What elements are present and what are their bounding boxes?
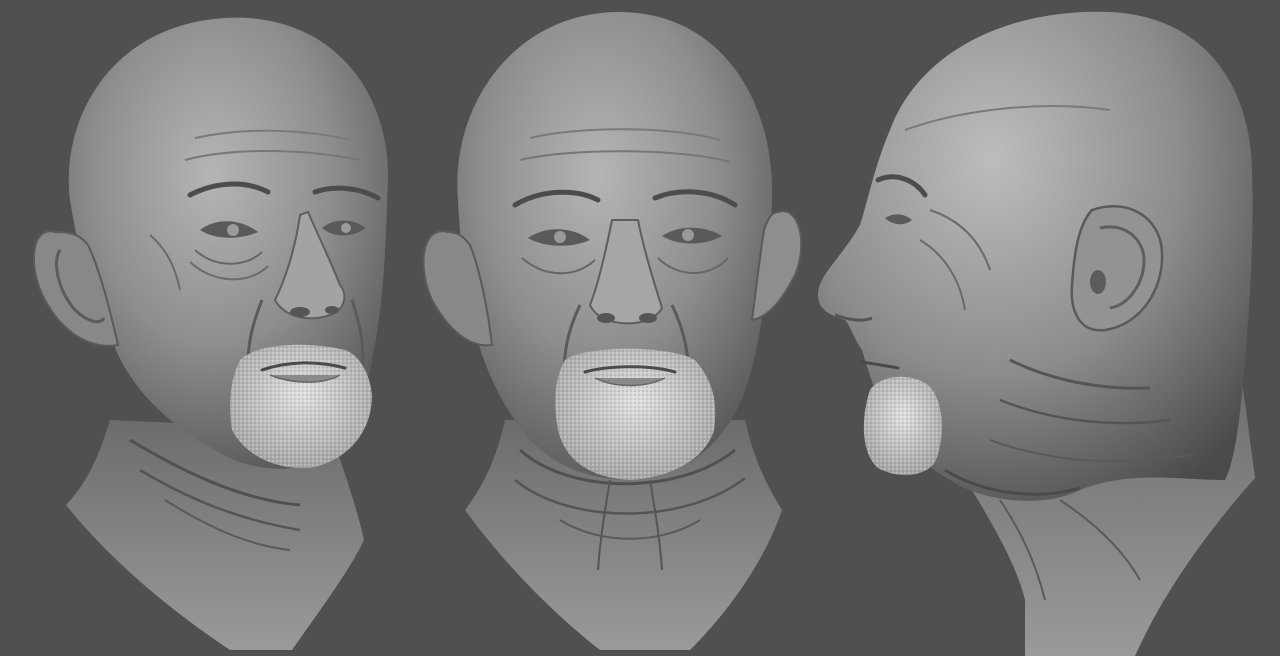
sculpt-viewport <box>0 0 1280 656</box>
head-three-quarter-view <box>32 17 389 650</box>
head-profile-view <box>818 11 1255 656</box>
head-front-view <box>422 11 803 650</box>
sculpt-render <box>32 11 1255 656</box>
